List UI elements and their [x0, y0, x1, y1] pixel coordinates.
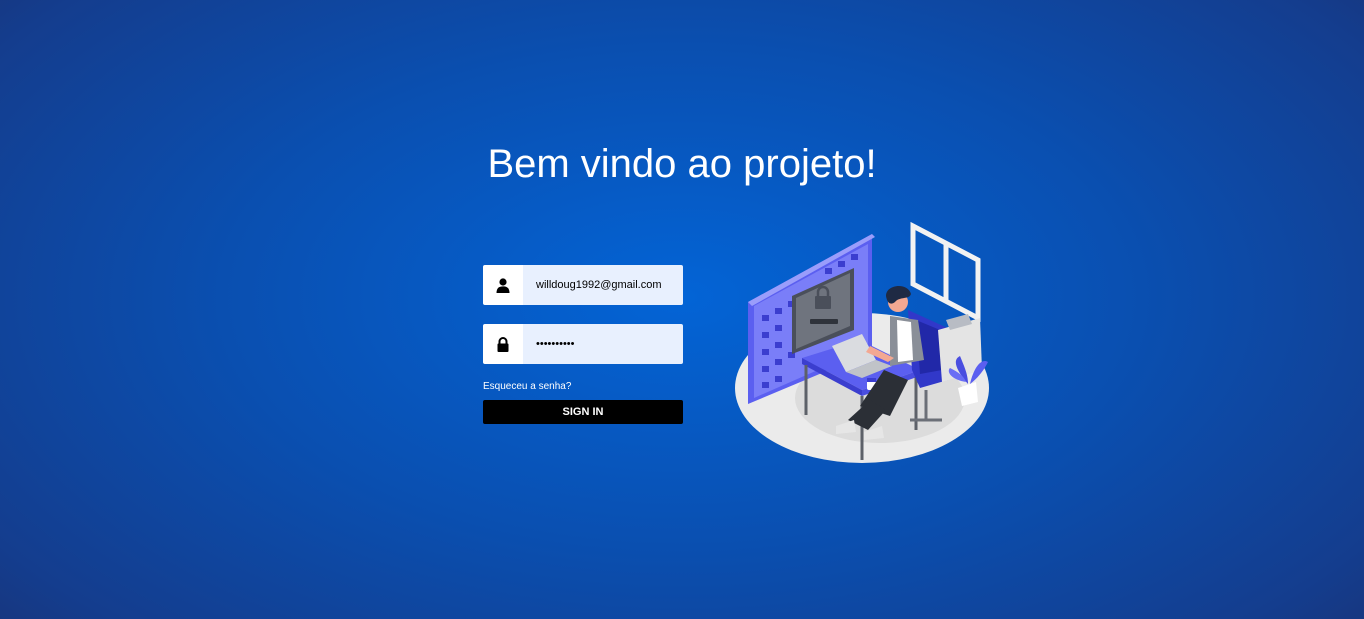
person-at-desk-security-illustration	[735, 221, 989, 463]
password-input[interactable]	[523, 324, 683, 364]
password-field	[483, 324, 683, 364]
forgot-password-link[interactable]: Esqueceu a senha?	[483, 381, 571, 392]
email-input[interactable]	[523, 265, 683, 305]
user-icon	[483, 265, 523, 305]
email-field	[483, 265, 683, 305]
sign-in-button[interactable]: SIGN IN	[483, 400, 683, 424]
page-title: Bem vindo ao projeto!	[487, 142, 877, 186]
lock-icon	[483, 324, 523, 364]
